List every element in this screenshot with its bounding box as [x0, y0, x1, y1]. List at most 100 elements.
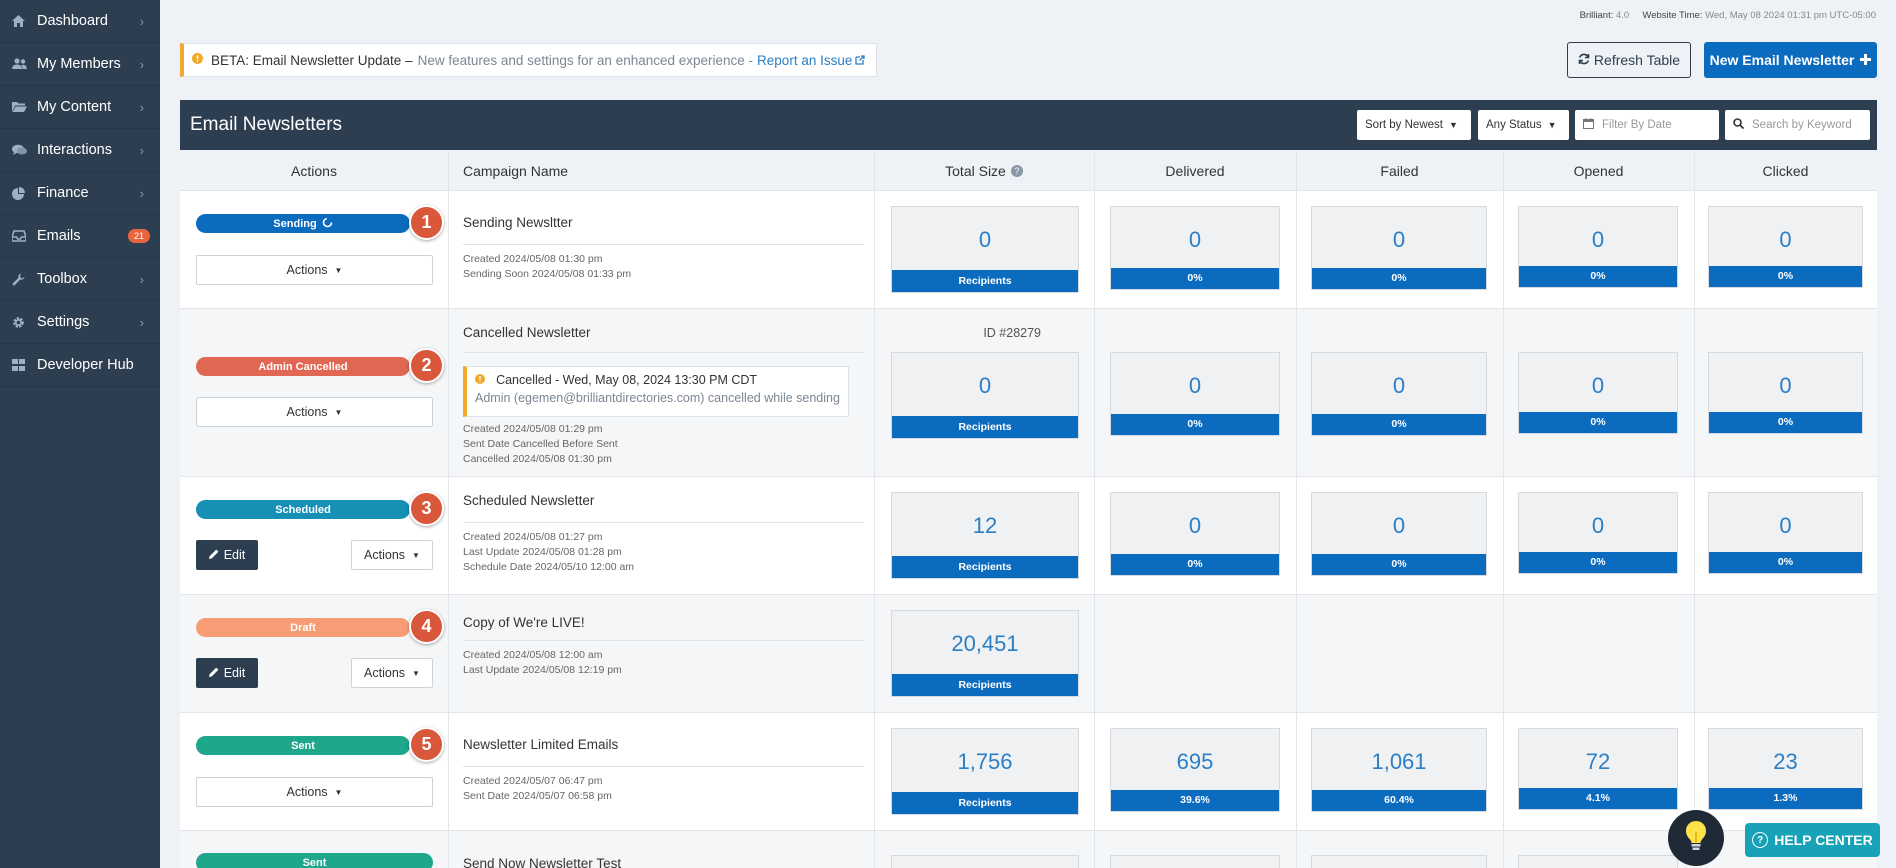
- delivered-percent-bar: 0%: [1111, 554, 1279, 575]
- refresh-icon: [1578, 52, 1590, 68]
- new-email-newsletter-label: New Email Newsletter: [1709, 52, 1855, 68]
- actions-label: Actions: [364, 666, 406, 680]
- report-issue-link[interactable]: Report an Issue: [757, 53, 852, 68]
- recipients-bar: Recipients: [892, 674, 1078, 696]
- campaign-name[interactable]: Cancelled Newsletter: [463, 325, 591, 340]
- table-row: Sending 1 Actions ▼ Sending Newsltter ID…: [180, 191, 1877, 309]
- chevron-right-icon: ›: [139, 56, 144, 72]
- opened-value: 72: [1585, 749, 1611, 774]
- failed-card: [1311, 855, 1487, 868]
- clicked-card: 23 1.3%: [1708, 728, 1863, 810]
- meta-line: Created 2024/05/08 12:00 am: [463, 649, 603, 661]
- sidebar-item-finance[interactable]: Finance ›: [0, 172, 160, 215]
- sidebar-item-my-members[interactable]: My Members ›: [0, 43, 160, 86]
- campaign-name[interactable]: Copy of We're LIVE!: [463, 615, 585, 630]
- info-circle-icon: [475, 374, 488, 387]
- campaign-meta: Created 2024/05/08 01:30 pm Sending Soon…: [463, 252, 631, 282]
- sidebar-item-dashboard[interactable]: Dashboard ›: [0, 0, 160, 43]
- delivered-card: 0 0%: [1110, 492, 1280, 576]
- search-by-keyword-input[interactable]: Search by Keyword: [1725, 110, 1870, 140]
- actions-dropdown-button[interactable]: Actions ▼: [351, 540, 433, 570]
- clicked-percent-bar: 1.3%: [1709, 788, 1862, 809]
- pie-chart-icon: [12, 186, 32, 200]
- total-size-card: 0 Recipients: [891, 352, 1079, 439]
- pencil-icon: [208, 548, 219, 562]
- delivered-value: 0: [1188, 513, 1202, 538]
- table-header: Actions Campaign Name Total Size ? Deliv…: [180, 150, 1877, 191]
- delivered-card: 695 39.6%: [1110, 728, 1280, 812]
- caret-down-icon: ▼: [334, 265, 343, 275]
- panel-header: Email Newsletters Sort by Newest ▼ Any S…: [180, 100, 1877, 150]
- failed-value: 0: [1392, 227, 1406, 252]
- actions-dropdown-button[interactable]: Actions ▼: [196, 397, 433, 427]
- sidebar-item-my-content[interactable]: My Content ›: [0, 86, 160, 129]
- delivered-card: 0 0%: [1110, 352, 1280, 436]
- failed-value: 0: [1392, 373, 1406, 398]
- filter-by-date-input[interactable]: Filter By Date: [1575, 110, 1719, 140]
- actions-dropdown-button[interactable]: Actions ▼: [196, 255, 433, 285]
- status-label: Sending: [273, 217, 317, 230]
- opened-card: 0 0%: [1518, 492, 1678, 574]
- sidebar-item-emails[interactable]: Emails 21: [0, 215, 160, 258]
- campaign-name[interactable]: Newsletter Limited Emails: [463, 737, 618, 752]
- edit-button[interactable]: Edit: [196, 658, 258, 688]
- status-select[interactable]: Any Status ▼: [1478, 110, 1569, 140]
- sidebar-item-toolbox[interactable]: Toolbox ›: [0, 258, 160, 301]
- column-header-campaign: Campaign Name: [463, 162, 569, 179]
- search-icon: [1733, 118, 1745, 132]
- actions-dropdown-button[interactable]: Actions ▼: [196, 777, 433, 807]
- actions-dropdown-button[interactable]: Actions ▼: [351, 658, 433, 688]
- new-email-newsletter-button[interactable]: New Email Newsletter: [1704, 42, 1877, 78]
- table-row: Sent Send Now Newsletter Test ID #28273: [180, 831, 1877, 868]
- campaign-name[interactable]: Scheduled Newsletter: [463, 493, 594, 508]
- sidebar: Dashboard › My Members › My Content › In…: [0, 0, 160, 868]
- clicked-value: 0: [1779, 513, 1792, 538]
- opened-percent-bar: 0%: [1519, 266, 1677, 287]
- table-row: Sent 5 Actions ▼ Newsletter Limited Emai…: [180, 713, 1877, 831]
- sidebar-item-label: My Members: [37, 56, 121, 72]
- meta-line: Last Update 2024/05/08 12:19 pm: [463, 664, 622, 676]
- question-circle-icon[interactable]: ?: [1010, 164, 1023, 177]
- meta-line: Created 2024/05/08 01:29 pm: [463, 423, 603, 435]
- lightbulb-widget[interactable]: [1668, 810, 1724, 866]
- beta-notice: BETA: Email Newsletter Update – New feat…: [180, 43, 877, 77]
- divider: [463, 766, 864, 767]
- sort-select[interactable]: Sort by Newest ▼: [1357, 110, 1471, 140]
- failed-percent-bar: 0%: [1312, 554, 1486, 575]
- delivered-value: 0: [1188, 227, 1202, 252]
- column-header-clicked: Clicked: [1762, 162, 1809, 179]
- step-marker: 2: [409, 348, 444, 383]
- website-time-label: Website Time:: [1642, 10, 1703, 21]
- question-circle-icon: ?: [1752, 832, 1769, 848]
- spinner-icon: [322, 217, 333, 231]
- failed-value: 0: [1392, 513, 1406, 538]
- users-icon: [12, 58, 32, 70]
- campaign-name[interactable]: Sending Newsltter: [463, 215, 573, 230]
- sidebar-item-interactions[interactable]: Interactions ›: [0, 129, 160, 172]
- edit-label: Edit: [223, 666, 246, 680]
- total-size-card: 20,451 Recipients: [891, 610, 1079, 697]
- delivered-percent-bar: 0%: [1111, 268, 1279, 289]
- sidebar-item-label: Finance: [37, 185, 89, 201]
- column-header-actions: Actions: [291, 162, 337, 179]
- caret-down-icon: ▼: [412, 550, 420, 560]
- refresh-table-button[interactable]: Refresh Table: [1567, 42, 1691, 78]
- meta-line: Sent Date Cancelled Before Sent: [463, 438, 618, 450]
- caret-down-icon: ▼: [334, 787, 343, 797]
- status-select-value: Any Status: [1486, 119, 1542, 131]
- beta-description: New features and settings for an enhance…: [417, 52, 754, 68]
- status-badge: Sending: [196, 214, 410, 233]
- table-row: Scheduled 3 Edit Actions ▼ Scheduled New…: [180, 477, 1877, 595]
- chevron-right-icon: ›: [139, 99, 144, 115]
- comments-icon: [12, 144, 32, 156]
- top-info: Brilliant: 4.0 Website Time: Wed, May 08…: [1580, 10, 1876, 21]
- sidebar-item-settings[interactable]: Settings ›: [0, 301, 160, 344]
- edit-button[interactable]: Edit: [196, 540, 258, 570]
- campaign-name[interactable]: Send Now Newsletter Test: [463, 856, 621, 868]
- chevron-right-icon: ›: [139, 13, 144, 29]
- sidebar-item-label: Dashboard: [37, 13, 108, 29]
- help-center-button[interactable]: ? HELP CENTER: [1745, 823, 1880, 857]
- sidebar-item-developer-hub[interactable]: Developer Hub: [0, 344, 160, 387]
- total-size-label: Total Size: [945, 162, 1006, 179]
- failed-percent-bar: 0%: [1312, 414, 1486, 435]
